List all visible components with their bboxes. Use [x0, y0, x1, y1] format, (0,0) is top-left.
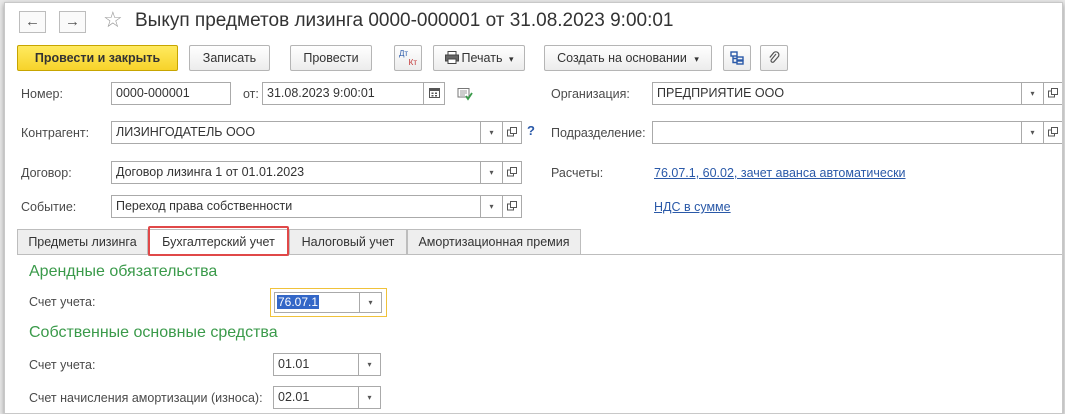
window-title: Выкуп предметов лизинга 0000-000001 от 3…: [135, 10, 674, 31]
settlements-link[interactable]: 76.07.1, 60.02, зачет аванса автоматичес…: [654, 166, 906, 180]
counterparty-dropdown-button[interactable]: ▾: [481, 121, 503, 144]
post-button[interactable]: Провести: [290, 45, 372, 71]
department-input[interactable]: [652, 121, 1022, 144]
lease-account-value: 76.07.1: [277, 295, 320, 309]
depreciation-account-dropdown-button[interactable]: ▾: [359, 386, 381, 409]
fa-account-input[interactable]: 01.01: [273, 353, 359, 376]
calendar-button[interactable]: [423, 82, 445, 105]
chevron-down-icon: ▾: [1030, 128, 1035, 137]
date-input[interactable]: 31.08.2023 9:00:01: [262, 82, 424, 105]
help-icon[interactable]: ?: [527, 123, 535, 138]
kt-label: Кт: [408, 58, 417, 67]
chevron-down-icon: ▾: [367, 360, 372, 369]
paperclip-icon: [769, 51, 780, 63]
fa-account-dropdown-button[interactable]: ▾: [359, 353, 381, 376]
counterparty-open-button[interactable]: [502, 121, 522, 144]
open-window-icon: [507, 127, 517, 137]
highlight-frame: [148, 226, 289, 256]
organization-input[interactable]: ПРЕДПРИЯТИЕ ООО: [652, 82, 1022, 105]
organization-open-button[interactable]: [1043, 82, 1062, 105]
tab-depreciation-bonus[interactable]: Амортизационная премия: [407, 229, 581, 255]
create-based-on-label: Создать на основании: [557, 51, 687, 65]
note-icon[interactable]: [457, 87, 473, 104]
department-dropdown-button[interactable]: ▾: [1022, 121, 1044, 144]
chevron-down-icon: ▾: [367, 393, 372, 402]
chevron-down-icon: ▾: [489, 202, 494, 211]
create-based-on-button[interactable]: Создать на основании ▾: [544, 45, 712, 71]
contract-input[interactable]: Договор лизинга 1 от 01.01.2023: [111, 161, 481, 184]
chevron-down-icon: ▾: [368, 298, 373, 307]
document-window: ← → ☆ Выкуп предметов лизинга 0000-00000…: [4, 2, 1063, 414]
event-dropdown-button[interactable]: ▾: [481, 195, 503, 218]
open-window-icon: [507, 167, 517, 177]
calendar-icon: [428, 88, 440, 98]
print-label: Печать: [461, 51, 503, 65]
contract-open-button[interactable]: [502, 161, 522, 184]
open-window-icon: [507, 201, 517, 211]
lease-account-input[interactable]: 76.07.1: [274, 292, 360, 313]
fixed-assets-heading: Собственные основные средства: [29, 324, 278, 341]
print-button[interactable]: Печать ▾: [433, 45, 525, 71]
chevron-down-icon: ▾: [489, 168, 494, 177]
chevron-down-icon: ▾: [508, 54, 514, 64]
arrow-right-icon: →: [65, 13, 80, 30]
tab-tax-accounting[interactable]: Налоговый учет: [289, 229, 407, 255]
number-label: Номер:: [21, 87, 63, 101]
dt-kt-button[interactable]: Дт Кт: [394, 45, 422, 71]
department-label: Подразделение:: [551, 126, 646, 140]
structure-button[interactable]: [723, 45, 751, 71]
attach-button[interactable]: [760, 45, 788, 71]
open-window-icon: [1048, 127, 1058, 137]
date-label: от:: [243, 87, 259, 101]
counterparty-label: Контрагент:: [21, 126, 90, 140]
chevron-down-icon: ▾: [489, 128, 494, 137]
forward-button[interactable]: →: [59, 11, 86, 33]
organization-label: Организация:: [551, 87, 630, 101]
fa-account-label: Счет учета:: [29, 358, 96, 372]
back-button[interactable]: ←: [19, 11, 46, 33]
tab-leasing-items[interactable]: Предметы лизинга: [17, 229, 148, 255]
organization-dropdown-button[interactable]: ▾: [1022, 82, 1044, 105]
event-label: Событие:: [21, 200, 77, 214]
lease-account-select[interactable]: 76.07.1 ▾: [270, 288, 387, 317]
depreciation-account-input[interactable]: 02.01: [273, 386, 359, 409]
post-and-close-button[interactable]: Провести и закрыть: [17, 45, 178, 71]
settlements-label: Расчеты:: [551, 166, 604, 180]
hierarchy-icon: [730, 51, 744, 65]
number-input[interactable]: 0000-000001: [111, 82, 231, 105]
lease-account-label: Счет учета:: [29, 295, 96, 309]
lease-account-dropdown-button[interactable]: ▾: [360, 292, 382, 313]
chevron-down-icon: ▾: [1030, 89, 1035, 98]
save-button[interactable]: Записать: [189, 45, 270, 71]
contract-dropdown-button[interactable]: ▾: [481, 161, 503, 184]
depreciation-account-label: Счет начисления амортизации (износа):: [29, 391, 263, 405]
dt-kt-icon: Дт Кт: [395, 49, 421, 67]
printer-icon: [444, 51, 459, 64]
department-open-button[interactable]: [1043, 121, 1062, 144]
arrow-left-icon: ←: [25, 13, 40, 30]
open-window-icon: [1048, 88, 1058, 98]
chevron-down-icon: ▾: [694, 54, 699, 64]
counterparty-input[interactable]: ЛИЗИНГОДАТЕЛЬ ООО: [111, 121, 481, 144]
dt-label: Дт: [399, 49, 409, 58]
vat-link[interactable]: НДС в сумме: [654, 200, 731, 214]
event-open-button[interactable]: [502, 195, 522, 218]
event-input[interactable]: Переход права собственности: [111, 195, 481, 218]
contract-label: Договор:: [21, 166, 72, 180]
lease-obligations-heading: Арендные обязательства: [29, 263, 218, 280]
star-icon[interactable]: ☆: [103, 7, 123, 33]
